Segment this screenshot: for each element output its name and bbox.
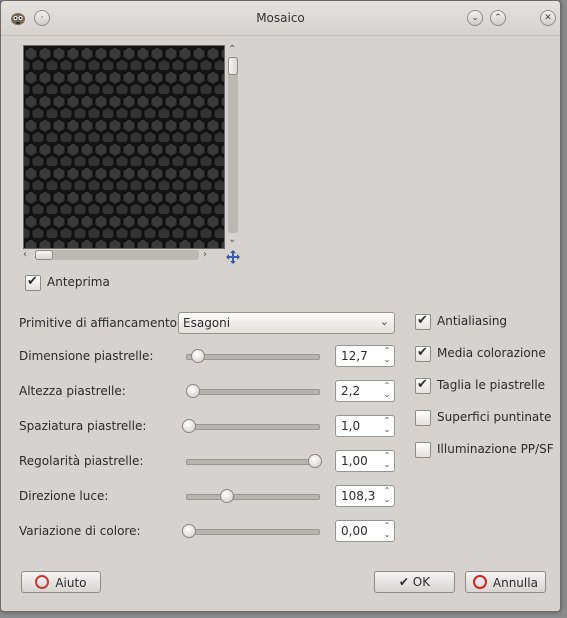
scroll-up-icon[interactable]: ⌃	[228, 45, 236, 55]
ok-button-label: OK	[412, 575, 431, 589]
ok-button[interactable]: ✔ OK	[374, 571, 455, 593]
maximize-icon[interactable]: ⌃	[490, 10, 506, 26]
slider-handle[interactable]	[185, 384, 200, 398]
cancel-button[interactable]: Annulla	[465, 571, 546, 593]
cancel-button-label: Annulla	[492, 576, 538, 590]
horizontal-scroll-thumb[interactable]	[35, 250, 53, 260]
slider-track[interactable]	[186, 459, 320, 465]
scroll-left-icon[interactable]: ‹	[23, 250, 27, 260]
slider-track[interactable]	[186, 424, 320, 430]
lifebuoy-icon	[35, 575, 50, 589]
value-spinbox[interactable]: 0,00 ⌃ ⌄	[335, 520, 395, 542]
hexagon-mosaic-preview	[24, 46, 224, 248]
value-spinbox[interactable]: 1,0 ⌃ ⌄	[335, 415, 395, 437]
value-spinbox[interactable]: 108,3 ⌃ ⌄	[335, 485, 395, 507]
vertical-track[interactable]	[228, 57, 238, 233]
option-checkbox[interactable]	[415, 377, 431, 394]
spinbox-value: 108,3	[341, 489, 376, 503]
slider-handle[interactable]	[182, 419, 196, 433]
vertical-scroll-thumb[interactable]	[228, 57, 238, 75]
scroll-down-icon[interactable]: ⌄	[228, 235, 236, 245]
slider-label: Altezza piastrelle:	[19, 384, 126, 398]
minimize-icon[interactable]: ⌄	[467, 10, 483, 26]
slider-handle[interactable]	[308, 454, 322, 468]
option-checkbox[interactable]	[415, 345, 431, 362]
up-down-arrows-icon[interactable]: ⌃ ⌄	[382, 451, 392, 469]
preview-label: Anteprima	[47, 275, 110, 289]
option-label: Illuminazione PP/SF	[437, 442, 554, 456]
value-spinbox[interactable]: 2,2 ⌃ ⌄	[335, 380, 395, 402]
up-down-arrows-icon[interactable]: ⌃ ⌄	[382, 486, 392, 504]
move-cross-icon[interactable]	[226, 250, 240, 264]
option-label: Antialiasing	[437, 314, 508, 328]
preview-image[interactable]	[23, 45, 225, 249]
slider-track[interactable]	[186, 529, 320, 535]
spinbox-value: 12,7	[341, 349, 368, 363]
slider-handle[interactable]	[219, 489, 234, 503]
cancel-icon	[473, 575, 488, 589]
spinbox-value: 2,2	[341, 384, 361, 398]
scroll-right-icon[interactable]: ›	[203, 250, 207, 260]
help-button-label: Aiuto	[55, 576, 87, 590]
slider-label: Spaziatura piastrelle:	[19, 419, 147, 433]
horizontal-track[interactable]	[35, 250, 199, 260]
option-checkbox[interactable]	[415, 410, 431, 426]
spinbox-value: 1,0	[341, 419, 361, 433]
preview-vertical-scrollbar[interactable]: ⌃ ⌄	[227, 45, 239, 247]
spinbox-value: 1,00	[341, 454, 368, 468]
spinbox-value: 0,00	[341, 524, 368, 538]
up-down-arrows-icon[interactable]: ⌃ ⌄	[382, 521, 392, 539]
titlebar: · Mosaico ⌄ ⌃ ✕	[1, 1, 560, 36]
up-down-arrows-icon[interactable]: ⌃ ⌄	[382, 381, 392, 399]
option-label: Media colorazione	[437, 346, 546, 360]
option-label: Superfici puntinate	[437, 410, 552, 424]
slider-label: Variazione di colore:	[19, 524, 141, 538]
value-spinbox[interactable]: 12,7 ⌃ ⌄	[335, 345, 395, 367]
close-icon[interactable]: ✕	[540, 10, 556, 26]
slider-label: Dimensione piastrelle:	[19, 349, 154, 363]
option-checkbox[interactable]	[415, 442, 431, 458]
slider-label: Regolarità piastrelle:	[19, 454, 144, 468]
preview-horizontal-scrollbar[interactable]: ‹ ›	[23, 249, 243, 263]
primitive-select[interactable]: Esagoni ⌄	[178, 312, 395, 334]
value-spinbox[interactable]: 1,00 ⌃ ⌄	[335, 450, 395, 472]
primitive-label: Primitive di affiancamento:	[19, 316, 182, 330]
up-down-arrows-icon[interactable]: ⌃ ⌄	[382, 346, 392, 364]
chevron-down-icon: ⌄	[379, 315, 389, 328]
slider-label: Direzione luce:	[19, 489, 109, 503]
slider-track[interactable]	[186, 389, 320, 395]
primitive-value: Esagoni	[183, 316, 231, 330]
help-button[interactable]: Aiuto	[21, 571, 101, 593]
slider-track[interactable]	[186, 354, 320, 360]
slider-track[interactable]	[186, 494, 320, 500]
slider-handle[interactable]	[182, 524, 196, 538]
slider-handle[interactable]	[190, 349, 205, 363]
up-down-arrows-icon[interactable]: ⌃ ⌄	[382, 416, 392, 434]
mosaic-dialog: · Mosaico ⌄ ⌃ ✕ ⌃ ⌄ ‹ › ✔ Anteprima Prim…	[0, 0, 561, 612]
option-checkbox[interactable]	[415, 313, 431, 330]
option-label: Taglia le piastrelle	[437, 378, 546, 392]
checkmark-icon: ✔	[398, 575, 409, 589]
preview-checkbox[interactable]	[25, 274, 41, 291]
